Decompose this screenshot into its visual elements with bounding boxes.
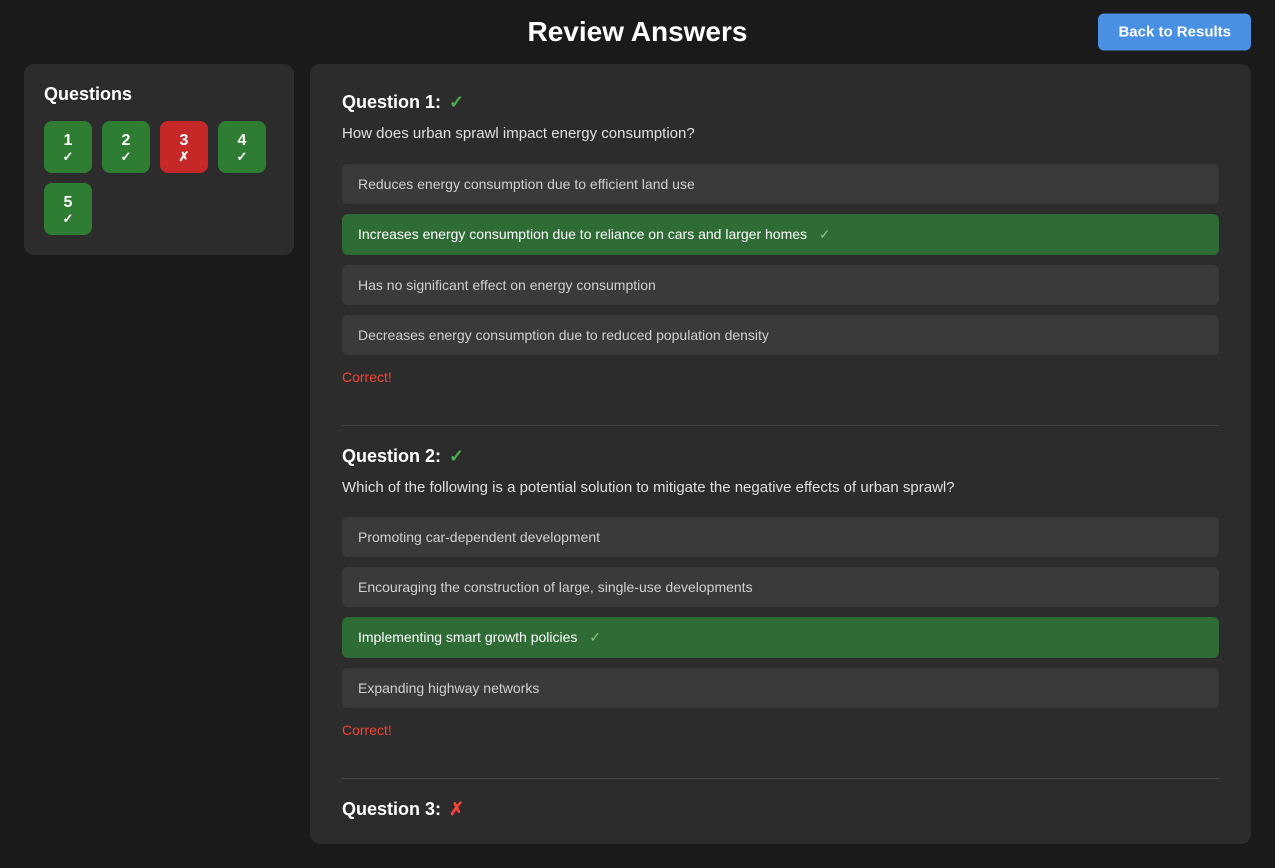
badge-icon: ✓: [63, 212, 74, 225]
option-check-icon-1-2: ✓: [815, 226, 831, 242]
option-text-2-1: Promoting car-dependent development: [358, 529, 600, 545]
badge-icon: ✗: [179, 150, 190, 163]
questions-sidebar: Questions 1✓2✓3✗4✓5✓: [24, 64, 294, 255]
option-item-2-2[interactable]: Encouraging the construction of large, s…: [342, 567, 1219, 607]
question-divider: [342, 778, 1219, 779]
question-badge-3[interactable]: 3✗: [160, 121, 208, 173]
question-header-2: Question 2: ✓: [342, 446, 1219, 467]
question-label-2: Question 2:: [342, 446, 441, 467]
option-text-1-3: Has no significant effect on energy cons…: [358, 277, 656, 293]
option-item-1-3[interactable]: Has no significant effect on energy cons…: [342, 265, 1219, 305]
option-text-2-3: Implementing smart growth policies: [358, 629, 577, 645]
question-badges: 1✓2✓3✗4✓5✓: [44, 121, 274, 235]
questions-panel: Question 1: ✓ How does urban sprawl impact…: [310, 64, 1251, 844]
badge-number: 5: [64, 193, 73, 212]
result-label-2: Correct!: [342, 722, 1219, 738]
option-text-1-1: Reduces energy consumption due to effici…: [358, 176, 695, 192]
option-item-1-4[interactable]: Decreases energy consumption due to redu…: [342, 315, 1219, 355]
option-text-1-2: Increases energy consumption due to reli…: [358, 226, 807, 242]
question-badge-4[interactable]: 4✓: [218, 121, 266, 173]
question-divider: [342, 425, 1219, 426]
option-text-2-4: Expanding highway networks: [358, 680, 539, 696]
question-status-icon-3: ✗: [449, 799, 464, 820]
option-item-2-3[interactable]: Implementing smart growth policies ✓: [342, 617, 1219, 658]
badge-icon: ✓: [237, 150, 248, 163]
badge-number: 1: [64, 131, 73, 150]
badge-number: 4: [238, 131, 247, 150]
option-text-1-4: Decreases energy consumption due to redu…: [358, 327, 769, 343]
option-check-icon-2-3: ✓: [585, 629, 601, 645]
option-item-2-4[interactable]: Expanding highway networks: [342, 668, 1219, 708]
option-item-1-2[interactable]: Increases energy consumption due to reli…: [342, 214, 1219, 255]
question-label-3: Question 3:: [342, 799, 441, 820]
badge-number: 3: [180, 131, 189, 150]
option-text-2-2: Encouraging the construction of large, s…: [358, 579, 753, 595]
question-badge-5[interactable]: 5✓: [44, 183, 92, 235]
sidebar-title: Questions: [44, 84, 274, 105]
question-status-icon-2: ✓: [449, 446, 464, 467]
question-badge-1[interactable]: 1✓: [44, 121, 92, 173]
page-header: Review Answers Back to Results: [0, 0, 1275, 64]
options-list-1: Reduces energy consumption due to effici…: [342, 164, 1219, 355]
main-content: Questions 1✓2✓3✗4✓5✓ Question 1:✓How doe…: [0, 64, 1275, 868]
option-item-1-1[interactable]: Reduces energy consumption due to effici…: [342, 164, 1219, 204]
question-text-2: Which of the following is a potential so…: [342, 477, 1219, 500]
back-to-results-button[interactable]: Back to Results: [1098, 14, 1251, 51]
badge-number: 2: [122, 131, 131, 150]
question-badge-2[interactable]: 2✓: [102, 121, 150, 173]
question-block-1: Question 1: ✓ How does urban sprawl impact…: [342, 92, 1219, 385]
question-block-3: Question 3: ✗: [342, 799, 1219, 820]
badge-icon: ✓: [63, 150, 74, 163]
question-block-2: Question 2: ✓ Which of the following is a …: [342, 446, 1219, 739]
question-header-3: Question 3: ✗: [342, 799, 1219, 820]
badge-icon: ✓: [121, 150, 132, 163]
question-label-1: Question 1:: [342, 92, 441, 113]
question-text-1: How does urban sprawl impact energy cons…: [342, 123, 1219, 146]
page-title: Review Answers: [528, 16, 748, 48]
question-header-1: Question 1: ✓: [342, 92, 1219, 113]
options-list-2: Promoting car-dependent development Encou…: [342, 517, 1219, 708]
result-label-1: Correct!: [342, 369, 1219, 385]
question-status-icon-1: ✓: [449, 92, 464, 113]
option-item-2-1[interactable]: Promoting car-dependent development: [342, 517, 1219, 557]
